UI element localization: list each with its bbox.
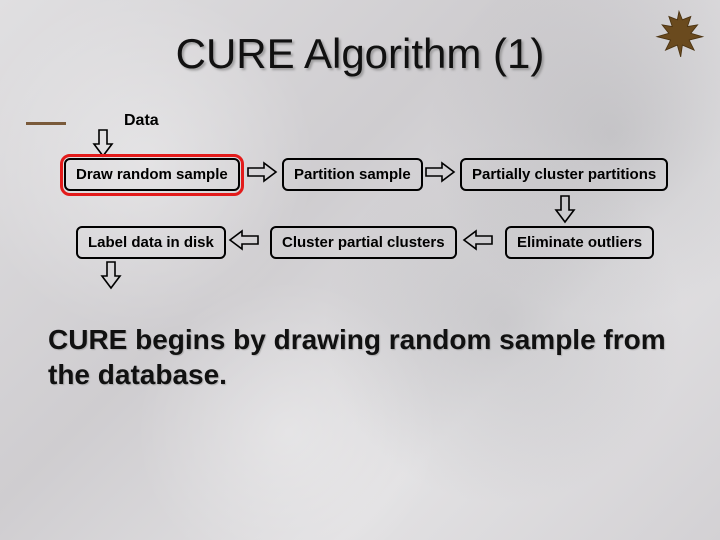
flow-box-partition-sample: Partition sample: [282, 158, 423, 191]
flow-box-partially-cluster: Partially cluster partitions: [460, 158, 668, 191]
arrow-right-icon: [424, 160, 456, 184]
slide-title: CURE Algorithm (1): [0, 30, 720, 78]
flow-box-cluster-partial: Cluster partial clusters: [270, 226, 457, 259]
arrow-down-icon: [92, 128, 114, 158]
arrow-down-icon: [554, 194, 576, 224]
arrow-right-icon: [246, 160, 278, 184]
arrow-left-icon: [462, 228, 494, 252]
flow-label-data: Data: [124, 112, 159, 130]
title-accent-line: [26, 122, 66, 125]
flow-box-label-data: Label data in disk: [76, 226, 226, 259]
flow-box-draw-random-sample: Draw random sample: [64, 158, 240, 191]
flow-box-eliminate-outliers: Eliminate outliers: [505, 226, 654, 259]
arrow-left-icon: [228, 228, 260, 252]
slide-body-text: CURE begins by drawing random sample fro…: [48, 322, 672, 392]
arrow-down-icon: [100, 260, 122, 290]
